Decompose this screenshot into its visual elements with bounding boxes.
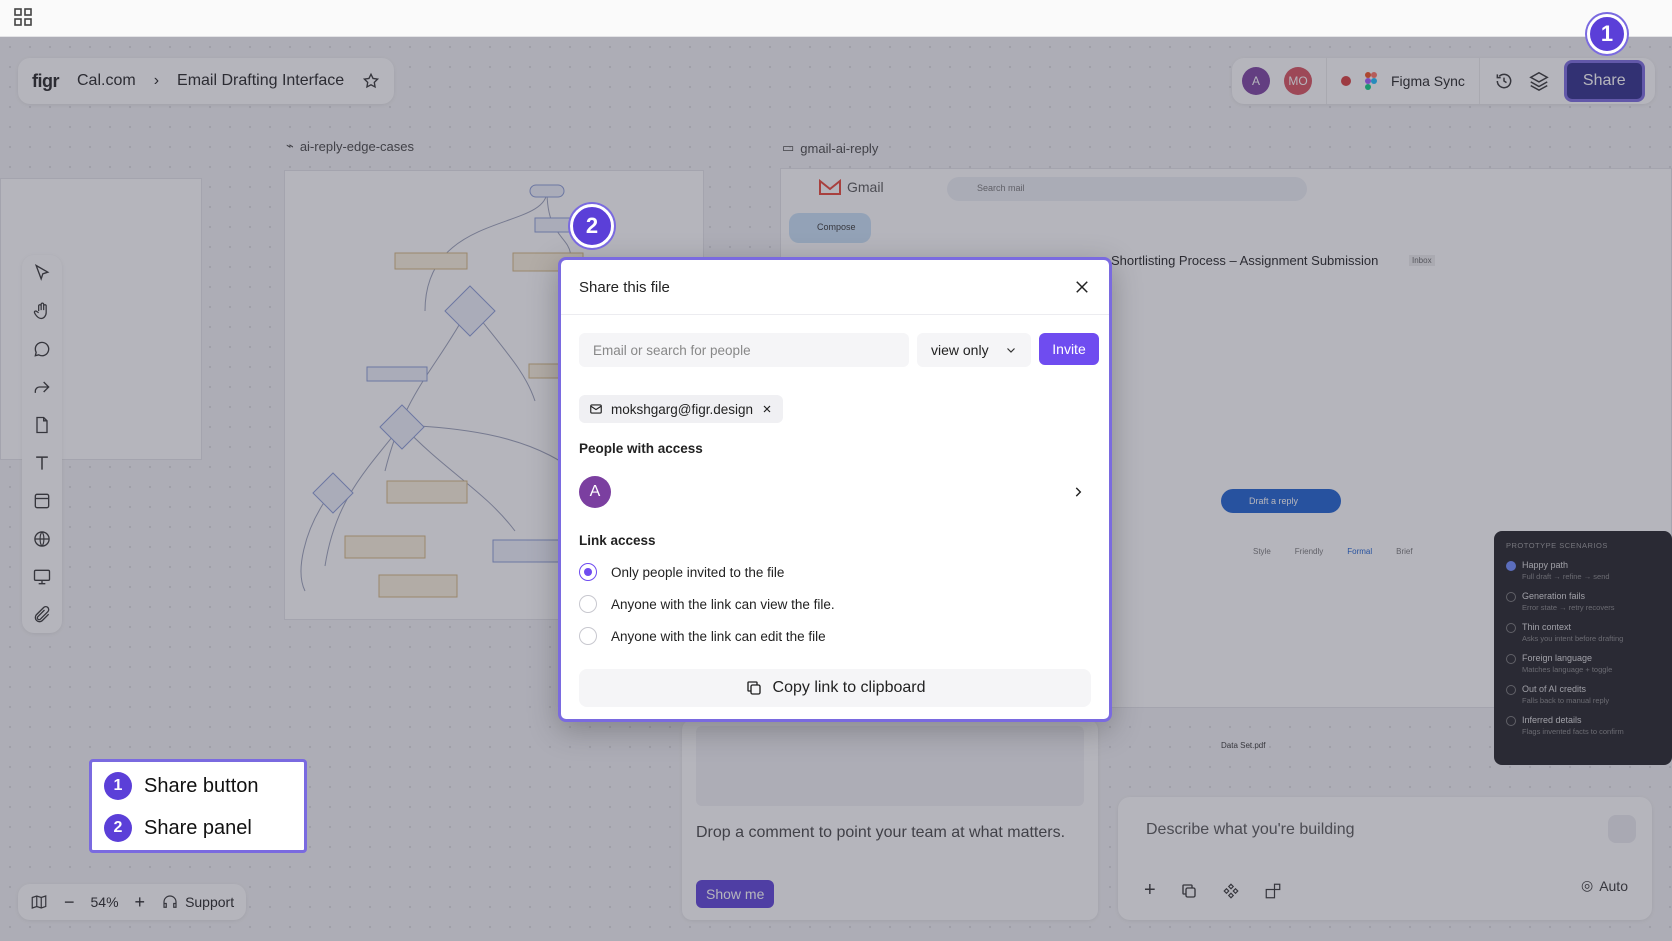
callout-badge-1: 1 <box>1587 14 1627 54</box>
email-search-input[interactable] <box>579 333 909 367</box>
share-panel-title: Share this file <box>579 278 670 296</box>
link-access-heading: Link access <box>579 533 656 548</box>
legend-item: 2 Share panel <box>104 814 292 842</box>
invite-button[interactable]: Invite <box>1039 333 1099 365</box>
radio-button[interactable] <box>579 627 597 645</box>
invite-row: view only Invite <box>579 333 1099 367</box>
people-access-row[interactable]: A <box>579 476 1085 508</box>
callout-badge-2: 2 <box>570 204 614 248</box>
copy-link-button[interactable]: Copy link to clipboard <box>579 669 1091 707</box>
radio-button[interactable] <box>579 563 597 581</box>
chevron-down-icon <box>1007 348 1015 353</box>
link-option-invited[interactable]: Only people invited to the file <box>579 563 784 581</box>
apps-grid-icon[interactable] <box>14 8 32 26</box>
share-panel: Share this file view only Invite mokshga… <box>558 257 1112 722</box>
link-option-view[interactable]: Anyone with the link can view the file. <box>579 595 835 613</box>
chevron-right-icon[interactable] <box>1071 485 1085 499</box>
copy-icon <box>746 681 761 695</box>
chip-email: mokshgarg@figr.design <box>611 401 754 417</box>
permission-select[interactable]: view only <box>917 333 1031 367</box>
top-strip <box>0 0 1672 37</box>
link-option-edit[interactable]: Anyone with the link can edit the file <box>579 627 826 645</box>
avatar: A <box>579 476 611 508</box>
callout-legend: 1 Share button 2 Share panel <box>89 759 307 853</box>
remove-chip-icon[interactable] <box>761 403 773 415</box>
legend-item: 1 Share button <box>104 772 292 800</box>
email-chip: mokshgarg@figr.design <box>579 395 784 423</box>
close-icon[interactable] <box>1073 278 1091 296</box>
mail-icon <box>590 404 602 414</box>
radio-button[interactable] <box>579 595 597 613</box>
share-panel-header: Share this file <box>561 260 1109 315</box>
people-with-access-heading: People with access <box>579 441 703 456</box>
